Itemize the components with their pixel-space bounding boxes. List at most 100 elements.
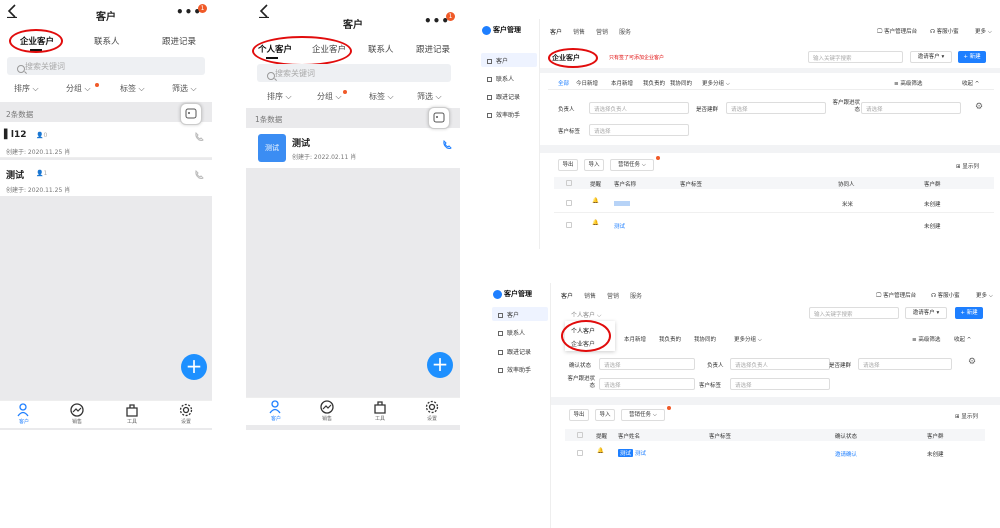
quick-collab[interactable]: 我协同的: [694, 335, 716, 343]
float-chat-button[interactable]: [180, 103, 202, 125]
phone-icon[interactable]: [194, 132, 204, 142]
table-row[interactable]: 🔔 测试 测试 邀请确认 未创建: [565, 445, 985, 463]
follow-status-select[interactable]: 请选择: [599, 378, 695, 390]
tag-select[interactable]: 请选择: [589, 124, 689, 136]
quick-collab[interactable]: 我协同的: [670, 79, 692, 87]
customer-name[interactable]: 测试 测试: [618, 449, 646, 457]
collapse-toggle[interactable]: 收起 ^: [954, 335, 971, 343]
advanced-filter[interactable]: ≡ 高级筛选: [894, 79, 922, 87]
list-item[interactable]: 测试 测试 创建于: 2022.02.11 肖: [246, 128, 460, 168]
table-row[interactable]: 🔔 米米 未创建: [554, 195, 994, 213]
more-menu[interactable]: 更多 ⌵: [976, 291, 993, 300]
confirm-status-select[interactable]: 请选择: [599, 358, 695, 370]
marketing-task-button[interactable]: 营销任务 ⌵: [610, 159, 654, 171]
tab-follow-records[interactable]: 跟进记录: [162, 35, 196, 47]
select-all-checkbox[interactable]: [577, 432, 583, 438]
top-tab-service[interactable]: 服务: [619, 27, 631, 36]
sidebar-item-contacts[interactable]: 联系人: [481, 71, 537, 85]
nav-tools[interactable]: 工具: [117, 403, 147, 425]
top-tab-customer[interactable]: 客户: [561, 291, 573, 300]
quick-month[interactable]: 本月新增: [624, 335, 646, 343]
support-link[interactable]: ☊ 客服小蜜: [930, 27, 959, 35]
tab-contacts[interactable]: 联系人: [368, 43, 394, 55]
sidebar-item-follow[interactable]: 跟进记录: [492, 344, 548, 358]
admin-link[interactable]: 🖵 客户管理后台: [876, 291, 916, 300]
nav-settings[interactable]: 设置: [417, 400, 447, 422]
new-button[interactable]: + 新建: [955, 307, 983, 319]
quick-mine[interactable]: 我负责的: [643, 79, 665, 87]
search-input[interactable]: 输入关键字搜索: [809, 307, 899, 319]
bell-icon[interactable]: 🔔: [592, 198, 599, 204]
quick-more[interactable]: 更多分组 ⌵: [702, 79, 730, 88]
tag-select[interactable]: 请选择: [730, 378, 830, 390]
admin-link[interactable]: 🖵 客户管理后台: [877, 27, 917, 36]
collapse-toggle[interactable]: 收起 ^: [962, 79, 979, 87]
owner-select[interactable]: 请选择负责人: [589, 102, 689, 114]
select-all-checkbox[interactable]: [566, 180, 572, 186]
confirm-status[interactable]: 邀请确认: [835, 450, 857, 458]
row-checkbox[interactable]: [566, 222, 572, 228]
invite-customer-select[interactable]: 邀请客户 ▾: [910, 51, 952, 63]
add-button[interactable]: +: [181, 354, 207, 380]
import-button[interactable]: 导入: [595, 409, 615, 421]
display-columns[interactable]: ⊞ 显示列: [956, 162, 979, 170]
sort-filter[interactable]: 排序 ⌵: [267, 91, 292, 102]
display-columns[interactable]: ⊞ 显示列: [955, 412, 978, 420]
top-tab-sales[interactable]: 销售: [584, 291, 596, 300]
top-tab-customer[interactable]: 客户: [550, 27, 562, 36]
owner-select[interactable]: 请选择负责人: [730, 358, 830, 370]
nav-tools[interactable]: 工具: [365, 400, 395, 422]
customer-name[interactable]: 测试: [614, 222, 625, 230]
sidebar-item-customer[interactable]: 客户: [481, 53, 537, 67]
invite-customer-select[interactable]: 邀请客户 ▾: [905, 307, 947, 319]
row-checkbox[interactable]: [566, 200, 572, 206]
group-created-select[interactable]: 请选择: [858, 358, 952, 370]
tag-filter[interactable]: 标签 ⌵: [369, 91, 394, 102]
phone-icon[interactable]: [442, 140, 452, 150]
bell-icon[interactable]: 🔔: [592, 220, 599, 226]
advanced-filter[interactable]: ≡ 高级筛选: [912, 335, 940, 343]
import-button[interactable]: 导入: [584, 159, 604, 171]
top-tab-marketing[interactable]: 营销: [596, 27, 608, 36]
quick-today[interactable]: 今日新增: [576, 79, 598, 87]
sidebar-item-assistant[interactable]: 效率助手: [481, 107, 537, 121]
screen-filter[interactable]: 筛选 ⌵: [172, 83, 197, 94]
nav-customer[interactable]: 客户: [261, 400, 291, 422]
sort-filter[interactable]: 排序 ⌵: [14, 83, 39, 94]
sidebar-item-assistant[interactable]: 效率助手: [492, 362, 548, 376]
row-checkbox[interactable]: [577, 450, 583, 456]
phone-icon[interactable]: [194, 170, 204, 180]
gear-icon[interactable]: ⚙: [975, 102, 983, 112]
tab-follow-records[interactable]: 跟进记录: [416, 43, 450, 55]
top-tab-service[interactable]: 服务: [630, 291, 642, 300]
gear-icon[interactable]: ⚙: [968, 357, 976, 367]
screen-filter[interactable]: 筛选 ⌵: [417, 91, 442, 102]
top-tab-sales[interactable]: 销售: [573, 27, 585, 36]
follow-status-select[interactable]: 请选择: [861, 102, 961, 114]
marketing-task-button[interactable]: 营销任务 ⌵: [621, 409, 665, 421]
bell-icon[interactable]: 🔔: [597, 448, 604, 454]
group-created-select[interactable]: 请选择: [726, 102, 826, 114]
nav-sales[interactable]: 销售: [62, 403, 92, 425]
quick-all[interactable]: 全部: [558, 79, 569, 87]
customer-name-blurred[interactable]: [614, 201, 630, 206]
nav-sales[interactable]: 销售: [312, 400, 342, 422]
new-button[interactable]: + 新建: [958, 51, 986, 63]
search-input[interactable]: 输入关键字搜索: [808, 51, 903, 63]
list-item[interactable]: ▌l12 👤0 创建于: 2020.11.25 肖: [0, 122, 212, 158]
search-input[interactable]: 搜索关键词: [7, 57, 205, 75]
export-button[interactable]: 导出: [558, 159, 578, 171]
tag-filter[interactable]: 标签 ⌵: [120, 83, 145, 94]
sidebar-item-customer[interactable]: 客户: [492, 307, 548, 321]
list-item[interactable]: 测试 👤1 创建于: 2020.11.25 肖: [0, 160, 212, 196]
support-link[interactable]: ☊ 客服小蜜: [931, 291, 960, 299]
float-chat-button[interactable]: [428, 107, 450, 129]
add-button[interactable]: +: [427, 352, 453, 378]
quick-month[interactable]: 本月新增: [611, 79, 633, 87]
quick-mine[interactable]: 我负责的: [659, 335, 681, 343]
nav-settings[interactable]: 设置: [171, 403, 201, 425]
nav-customer[interactable]: 客户: [9, 403, 39, 425]
top-tab-marketing[interactable]: 营销: [607, 291, 619, 300]
more-menu[interactable]: 更多 ⌵: [975, 27, 992, 36]
quick-more[interactable]: 更多分组 ⌵: [734, 335, 762, 344]
